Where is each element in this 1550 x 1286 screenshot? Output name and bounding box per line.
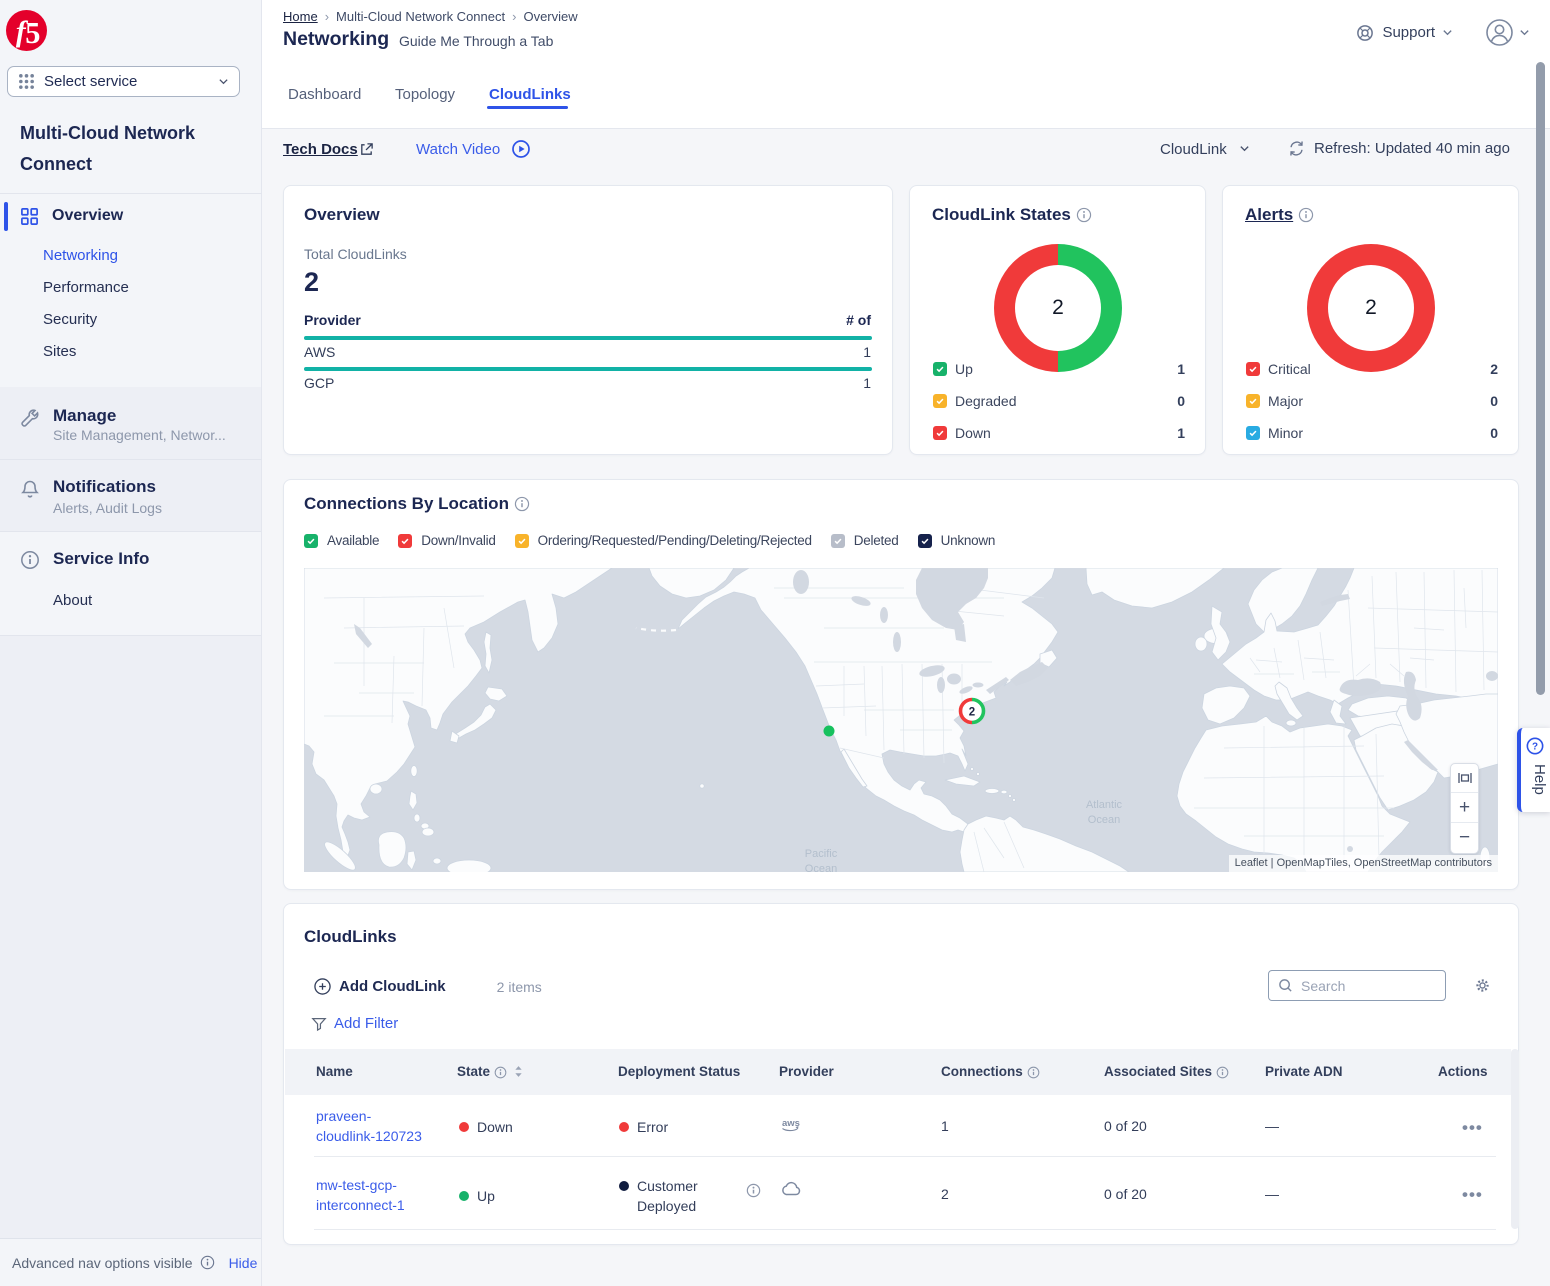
svg-text:Atlantic: Atlantic [1086, 799, 1123, 811]
svg-text:2: 2 [969, 707, 975, 719]
svg-text:5: 5 [25, 16, 40, 50]
svg-text:Pacific: Pacific [805, 848, 838, 860]
svg-text:?: ? [1532, 742, 1538, 753]
svg-text:Ocean: Ocean [805, 863, 837, 872]
svg-text:Ocean: Ocean [1088, 814, 1120, 826]
